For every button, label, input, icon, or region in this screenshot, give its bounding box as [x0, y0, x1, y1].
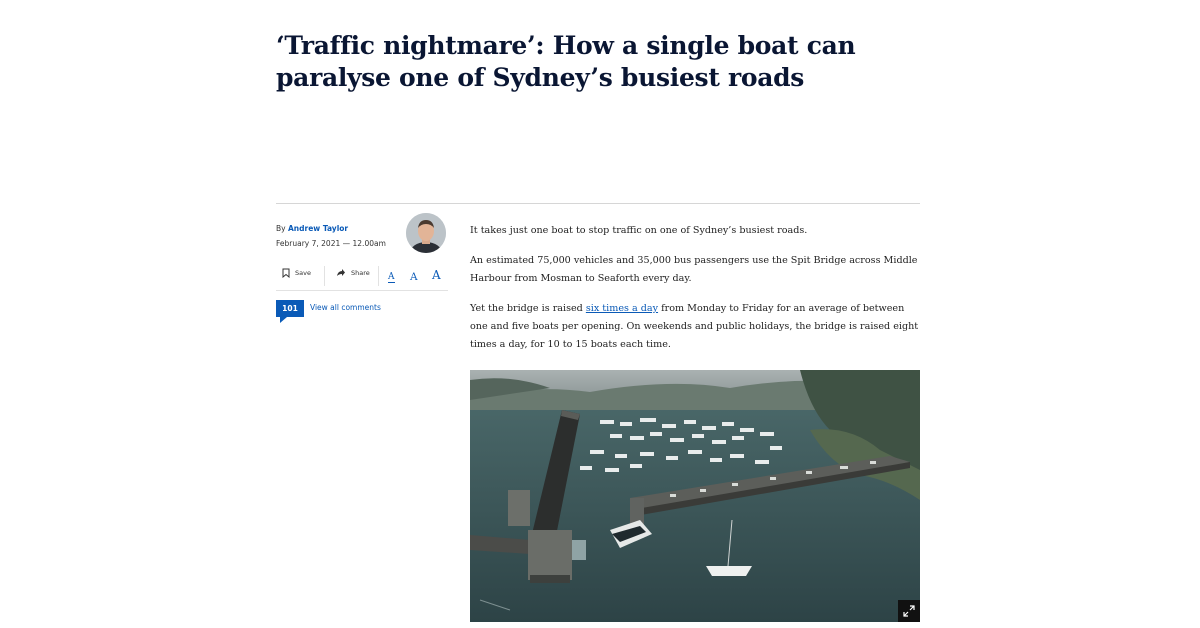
share-button[interactable]: Share [336, 268, 370, 277]
header-divider [276, 203, 920, 204]
article-photo[interactable] [470, 370, 920, 622]
expand-icon [903, 605, 915, 617]
bookmark-icon [282, 268, 290, 278]
share-arrow-icon [337, 269, 345, 276]
article-body: It takes just one boat to stop traffic o… [470, 222, 922, 366]
save-button[interactable]: Save [282, 268, 311, 278]
paragraph-3-start: Yet the bridge is raised [470, 303, 586, 314]
comment-count-badge[interactable]: 101 [276, 300, 304, 323]
spit-bridge-photo [470, 370, 920, 622]
author-avatar[interactable] [406, 213, 446, 253]
toolbar-separator [324, 266, 325, 286]
publish-date: February 7, 2021 — 12.00am [276, 239, 386, 248]
paragraph-2: An estimated 75,000 vehicles and 35,000 … [470, 255, 918, 284]
font-size-small-button[interactable]: A [388, 272, 395, 283]
author-photo [406, 213, 446, 253]
view-comments-link[interactable]: View all comments [310, 303, 381, 312]
article-headline: ‘Traffic nightmare’: How a single boat c… [276, 31, 856, 92]
byline: By Andrew Taylor [276, 224, 348, 233]
six-times-link[interactable]: six times a day [586, 303, 658, 314]
expand-image-button[interactable] [898, 600, 920, 622]
article-toolbar: Save Share A A A [276, 262, 448, 291]
author-link[interactable]: Andrew Taylor [288, 224, 348, 233]
save-label: Save [295, 269, 311, 277]
comments-section: 101 View all comments [276, 300, 381, 323]
font-size-large-button[interactable]: A [432, 268, 441, 282]
paragraph-1: It takes just one boat to stop traffic o… [470, 225, 808, 236]
byline-prefix: By [276, 224, 286, 233]
font-size-medium-button[interactable]: A [410, 271, 418, 283]
paragraph-3: Yet the bridge is raised six times a day… [470, 300, 922, 354]
share-label: Share [351, 268, 370, 277]
toolbar-separator [378, 266, 379, 286]
